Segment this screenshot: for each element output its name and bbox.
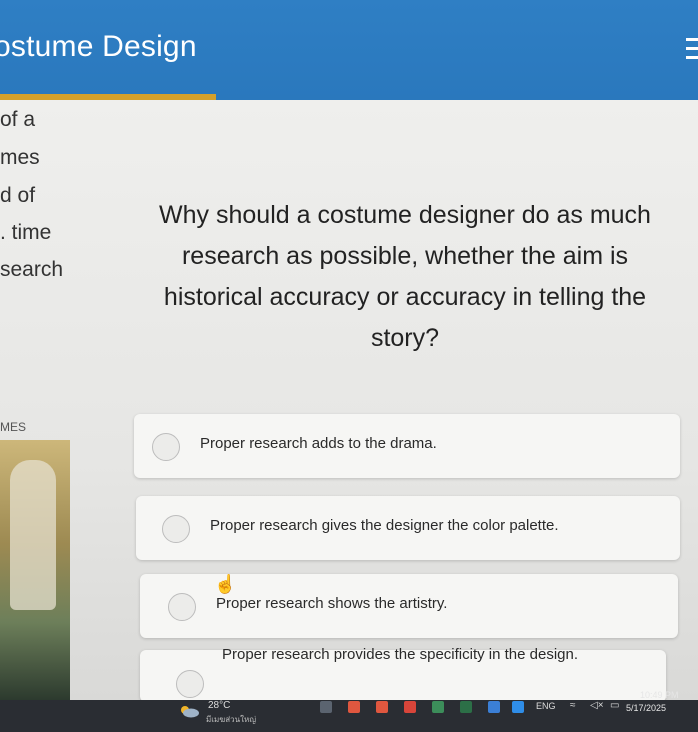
section-label: MES bbox=[0, 420, 27, 434]
hamburger-menu-icon[interactable] bbox=[686, 32, 698, 62]
question-text: Why should a costume designer do as much… bbox=[159, 201, 651, 352]
app-title: ostume Design bbox=[0, 30, 197, 63]
cloud-weather-icon[interactable] bbox=[178, 704, 200, 718]
weather-condition: มีเมฆส่วนใหญ่ bbox=[206, 715, 257, 724]
app-taskbar-icon[interactable] bbox=[460, 701, 472, 713]
left-panel: of a mes d of . time search MES bbox=[0, 100, 120, 700]
language-indicator[interactable]: ENG bbox=[536, 701, 556, 711]
answer-label: Proper research provides the specificity… bbox=[222, 646, 579, 663]
app-taskbar-icon[interactable] bbox=[512, 701, 524, 713]
sidebar-fragment: d of bbox=[0, 184, 36, 207]
hand-cursor-icon: ☝ bbox=[214, 574, 237, 594]
answer-option[interactable]: Proper research gives the designer the c… bbox=[136, 496, 680, 560]
app-taskbar-icon[interactable] bbox=[404, 701, 416, 713]
radio-button[interactable] bbox=[162, 515, 190, 543]
temperature-label: 28°C bbox=[208, 700, 231, 711]
wifi-icon[interactable]: ≈ bbox=[570, 700, 576, 711]
taskbar: 28°C มีเมฆส่วนใหญ่ ENG ≈ ◁× ▭ 10:49 PM 5… bbox=[0, 690, 698, 732]
radio-button[interactable] bbox=[152, 433, 180, 461]
sidebar-fragment: mes bbox=[0, 146, 40, 169]
app-header: ostume Design bbox=[0, 0, 698, 100]
app-taskbar-icon[interactable] bbox=[376, 701, 388, 713]
app-taskbar-icon[interactable] bbox=[488, 701, 500, 713]
battery-icon[interactable]: ▭ bbox=[610, 700, 619, 711]
costume-artwork-image bbox=[0, 440, 70, 700]
app-taskbar-icon[interactable] bbox=[348, 701, 360, 713]
radio-button[interactable] bbox=[176, 670, 204, 698]
sidebar-fragment: search bbox=[0, 258, 64, 281]
answer-label: Proper research gives the designer the c… bbox=[210, 517, 559, 534]
clock-time[interactable]: 10:49 PM bbox=[640, 690, 679, 700]
app-taskbar-icon[interactable] bbox=[432, 701, 444, 713]
radio-button[interactable] bbox=[168, 593, 196, 621]
volume-icon[interactable]: ◁× bbox=[590, 700, 604, 711]
sidebar-fragment: . time bbox=[0, 221, 52, 244]
clock-date[interactable]: 5/17/2025 bbox=[626, 703, 666, 713]
answer-option[interactable]: Proper research provides the specificity… bbox=[140, 646, 666, 702]
answer-label: Proper research adds to the drama. bbox=[200, 435, 437, 452]
app-taskbar-icon[interactable] bbox=[320, 701, 332, 713]
sidebar-fragment: of a bbox=[0, 108, 36, 131]
answer-label: Proper research shows the artistry. bbox=[216, 595, 448, 612]
answer-option[interactable]: Proper research adds to the drama. bbox=[134, 414, 680, 478]
